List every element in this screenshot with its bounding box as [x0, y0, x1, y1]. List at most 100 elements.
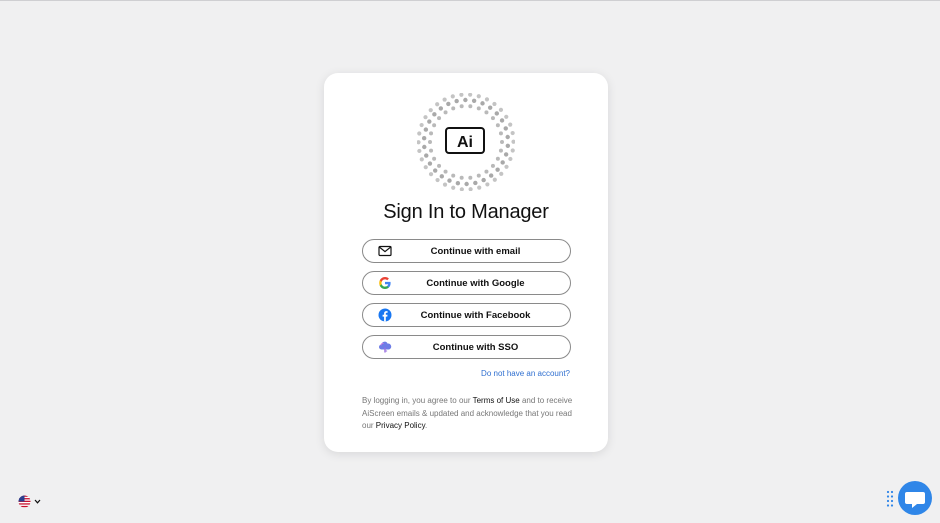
logo-dot: [468, 104, 473, 109]
logo-dot: [454, 98, 459, 104]
continue-email-button[interactable]: Continue with email: [362, 239, 571, 263]
logo-dot: [490, 163, 495, 168]
logo-dot: [428, 140, 432, 144]
google-icon: [379, 277, 391, 289]
logo-dot: [433, 168, 438, 173]
logo-dot: [451, 185, 456, 190]
logo-dot: [476, 106, 481, 111]
logo-dot: [459, 104, 464, 109]
logo-dot: [499, 171, 504, 176]
logo-dot: [505, 134, 510, 140]
logo-dot: [508, 156, 513, 162]
sso-cloud-key-icon: [379, 341, 392, 353]
logo-dot: [495, 156, 500, 161]
logo-dot: [503, 152, 509, 157]
logo-dot: [432, 123, 437, 128]
logo-dot: [451, 173, 456, 178]
logo-dot: [468, 187, 473, 191]
logo-dot: [508, 122, 513, 127]
logo-dot: [437, 116, 442, 121]
terms-of-use-link[interactable]: Terms of Use: [473, 396, 520, 405]
logo-dot: [428, 172, 434, 177]
logo-dot: [423, 165, 428, 170]
us-flag-icon: [18, 495, 31, 508]
logo-dot: [498, 148, 503, 153]
logo-dot: [427, 161, 433, 166]
logo-dot: [480, 101, 485, 106]
drag-handle-icon[interactable]: [886, 490, 894, 508]
logo-dot: [459, 93, 464, 97]
logo-dot: [417, 131, 422, 136]
logo-dot: [443, 110, 448, 115]
logo-dot: [428, 108, 433, 113]
logo-dot: [495, 167, 500, 172]
logo-dot: [437, 163, 442, 168]
logo-dot: [442, 97, 447, 102]
logo-dot: [423, 127, 429, 132]
continue-sso-label: Continue with SSO: [432, 341, 519, 353]
logo-dot: [495, 123, 500, 128]
logo-dot: [421, 136, 427, 141]
chevron-down-icon: [34, 499, 41, 504]
logo-dot: [500, 140, 504, 144]
logo-dot: [424, 153, 429, 158]
logo-dot: [459, 175, 464, 180]
continue-sso-button[interactable]: Continue with SSO: [362, 335, 571, 359]
continue-email-label: Continue with email: [430, 245, 521, 257]
mail-icon: [378, 245, 392, 257]
chat-widget-button[interactable]: [898, 481, 932, 515]
signup-link[interactable]: Do not have an account?: [481, 369, 570, 378]
logo-dot: [492, 177, 497, 182]
logo-dot: [471, 98, 477, 103]
continue-facebook-button[interactable]: Continue with Facebook: [362, 303, 571, 327]
logo-dot: [484, 169, 489, 174]
logo-dot: [463, 97, 468, 103]
aiscreen-logo: Ai: [417, 93, 515, 191]
logo-dot: [492, 101, 497, 107]
logo-dot: [488, 173, 494, 178]
logo-dot: [490, 116, 495, 121]
language-selector[interactable]: [18, 495, 41, 508]
legal-text-1: By logging in, you agree to our: [362, 396, 473, 405]
logo-dot: [432, 156, 437, 161]
logo-dot: [432, 112, 437, 117]
logo-dot: [511, 139, 515, 144]
logo-dot: [484, 97, 490, 102]
facebook-icon: [378, 308, 392, 322]
logo-dot: [442, 182, 448, 187]
logo-dot: [473, 180, 478, 186]
logo-dot: [427, 119, 432, 124]
logo-dot: [450, 94, 455, 99]
continue-facebook-label: Continue with Facebook: [420, 309, 531, 321]
logo-dot: [419, 122, 424, 128]
signin-card: Ai Sign In to Manager Continue with emai…: [324, 73, 608, 452]
top-border: [0, 0, 940, 1]
logo-dot: [504, 164, 509, 169]
page-title: Sign In to Manager: [383, 201, 549, 223]
logo-dot: [481, 177, 486, 183]
logo-dot: [455, 181, 461, 186]
logo-dot: [503, 126, 508, 131]
logo-dot: [447, 178, 452, 183]
privacy-policy-link[interactable]: Privacy Policy: [376, 421, 425, 430]
logo-dot: [468, 93, 473, 97]
logo-dot: [429, 131, 434, 136]
logo-dot: [438, 106, 444, 111]
continue-google-button[interactable]: Continue with Google: [362, 271, 571, 295]
logo-dot: [443, 169, 448, 174]
logo-dot: [500, 160, 505, 165]
chat-bubble-icon: [905, 492, 925, 508]
logo-dot: [435, 102, 440, 107]
logo-dot: [468, 175, 473, 180]
legal-text-3: .: [425, 421, 428, 430]
logo-dot: [487, 105, 493, 110]
logo-dot: [435, 177, 440, 183]
logo-dot: [476, 173, 481, 178]
logo-dot: [498, 107, 504, 112]
logo-dot: [499, 118, 505, 123]
logo-dot: [485, 182, 490, 187]
logo-dot: [417, 148, 422, 154]
logo-dot: [419, 157, 424, 162]
logo-dot: [476, 94, 481, 99]
continue-google-label: Continue with Google: [426, 277, 525, 289]
